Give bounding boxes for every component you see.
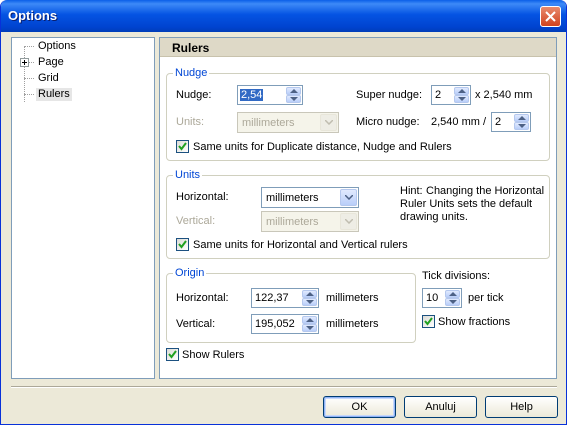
tick-divisions-stepper[interactable]: 10 xyxy=(422,288,462,308)
horizontal-units-value: millimeters xyxy=(266,192,319,204)
origin-horizontal-unit: millimeters xyxy=(326,292,379,304)
panel-title: Rulers xyxy=(172,41,210,55)
same-units-hv-label: Same units for Horizontal and Vertical r… xyxy=(193,239,408,251)
vertical-units-value: millimeters xyxy=(266,216,319,228)
close-icon xyxy=(545,11,556,22)
vertical-units-select[interactable]: millimeters xyxy=(261,211,359,232)
show-rulers-label: Show Rulers xyxy=(182,349,245,361)
ok-button[interactable]: OK xyxy=(323,396,396,418)
super-nudge-up-button[interactable] xyxy=(454,87,469,95)
nudge-down-button[interactable] xyxy=(286,95,301,103)
micro-nudge-label: Micro nudge: xyxy=(356,116,420,128)
tick-divisions-value: 10 xyxy=(426,292,439,304)
options-dialog: Options Options Page Grid Rulers Rulers … xyxy=(0,0,567,425)
footer-divider xyxy=(11,386,557,388)
check-icon xyxy=(168,350,177,359)
tick-divisions-label: Tick divisions: xyxy=(422,270,491,282)
origin-horizontal-down-button[interactable] xyxy=(302,298,317,306)
nudge-units-value: millimeters xyxy=(242,117,295,129)
help-button[interactable]: Help xyxy=(485,396,558,418)
tree-item-rulers[interactable]: Rulers xyxy=(36,88,72,101)
origin-horizontal-label: Horizontal: xyxy=(176,292,229,304)
super-nudge-label: Super nudge: xyxy=(356,89,423,101)
origin-vertical-label: Vertical: xyxy=(176,318,216,330)
tick-up-button[interactable] xyxy=(445,290,460,298)
dropdown-arrow[interactable] xyxy=(340,189,357,206)
show-rulers-checkbox[interactable] xyxy=(166,348,179,361)
horizontal-units-label: Horizontal: xyxy=(176,191,229,203)
dropdown-arrow[interactable] xyxy=(320,114,337,131)
origin-vertical-up-button[interactable] xyxy=(302,316,317,324)
micro-nudge-value: 2 xyxy=(495,116,502,128)
check-icon xyxy=(178,142,187,151)
vertical-units-label: Vertical: xyxy=(176,215,216,227)
origin-vertical-stepper[interactable]: 195,052 xyxy=(251,314,319,334)
chevron-down-icon xyxy=(345,219,353,224)
same-units-nudge-label: Same units for Duplicate distance, Nudge… xyxy=(193,141,452,153)
cancel-button[interactable]: Anuluj xyxy=(404,396,477,418)
hint-text: Changing the Horizontal Ruler Units sets… xyxy=(400,185,545,223)
micro-nudge-up-button[interactable] xyxy=(514,114,529,122)
super-nudge-down-button[interactable] xyxy=(454,95,469,103)
nudge-value: 2,54 xyxy=(240,89,264,101)
dropdown-arrow[interactable] xyxy=(340,213,357,230)
nudge-group: Nudge Nudge: 2,54 Units: millimeters Sup… xyxy=(166,67,550,161)
close-button[interactable] xyxy=(540,6,561,27)
micro-nudge-stepper[interactable]: 2 xyxy=(491,112,531,132)
show-fractions-label: Show fractions xyxy=(438,316,511,328)
same-units-nudge-checkbox[interactable] xyxy=(176,140,189,153)
super-nudge-value: 2 xyxy=(435,89,442,101)
origin-horizontal-up-button[interactable] xyxy=(302,290,317,298)
nudge-label: Nudge: xyxy=(176,89,212,101)
super-nudge-suffix: x 2,540 mm xyxy=(475,89,533,101)
same-units-hv-checkbox[interactable] xyxy=(176,238,189,251)
origin-legend: Origin xyxy=(173,267,207,279)
origin-horizontal-value: 122,37 xyxy=(255,292,289,304)
origin-vertical-down-button[interactable] xyxy=(302,324,317,332)
expand-page-icon[interactable] xyxy=(20,58,29,67)
nudge-units-select[interactable]: millimeters xyxy=(237,112,339,133)
micro-nudge-prefix: 2,540 mm / xyxy=(431,116,487,128)
origin-horizontal-stepper[interactable]: 122,37 xyxy=(251,288,319,308)
units-group: Units Horizontal: millimeters Vertical: … xyxy=(166,169,550,259)
panel-header: Rulers xyxy=(160,38,556,57)
origin-group: Origin Horizontal: 122,37 millimeters Ve… xyxy=(166,267,416,343)
horizontal-units-select[interactable]: millimeters xyxy=(261,187,359,208)
units-label: Units: xyxy=(176,116,205,128)
check-icon xyxy=(424,317,433,326)
micro-nudge-down-button[interactable] xyxy=(514,122,529,130)
tree-item-page[interactable]: Page xyxy=(36,56,66,69)
units-legend: Units xyxy=(173,169,203,181)
rulers-panel: Rulers Nudge Nudge: 2,54 Units: millimet… xyxy=(159,37,557,379)
tree-item-options[interactable]: Options xyxy=(36,40,78,53)
super-nudge-stepper[interactable]: 2 xyxy=(431,85,471,105)
origin-vertical-unit: millimeters xyxy=(326,318,379,330)
check-icon xyxy=(178,240,187,249)
show-fractions-checkbox[interactable] xyxy=(422,315,435,328)
nudge-stepper[interactable]: 2,54 xyxy=(237,85,303,105)
tick-down-button[interactable] xyxy=(445,298,460,306)
nudge-up-button[interactable] xyxy=(286,87,301,95)
tree-item-grid[interactable]: Grid xyxy=(36,72,61,85)
origin-vertical-value: 195,052 xyxy=(255,318,295,330)
chevron-down-icon xyxy=(325,120,333,125)
nudge-legend: Nudge xyxy=(173,67,210,79)
chevron-down-icon xyxy=(345,195,353,200)
title-bar[interactable]: Options xyxy=(1,0,566,32)
options-tree[interactable]: Options Page Grid Rulers xyxy=(11,37,155,379)
per-tick-label: per tick xyxy=(468,292,504,304)
window-title: Options xyxy=(8,8,58,23)
